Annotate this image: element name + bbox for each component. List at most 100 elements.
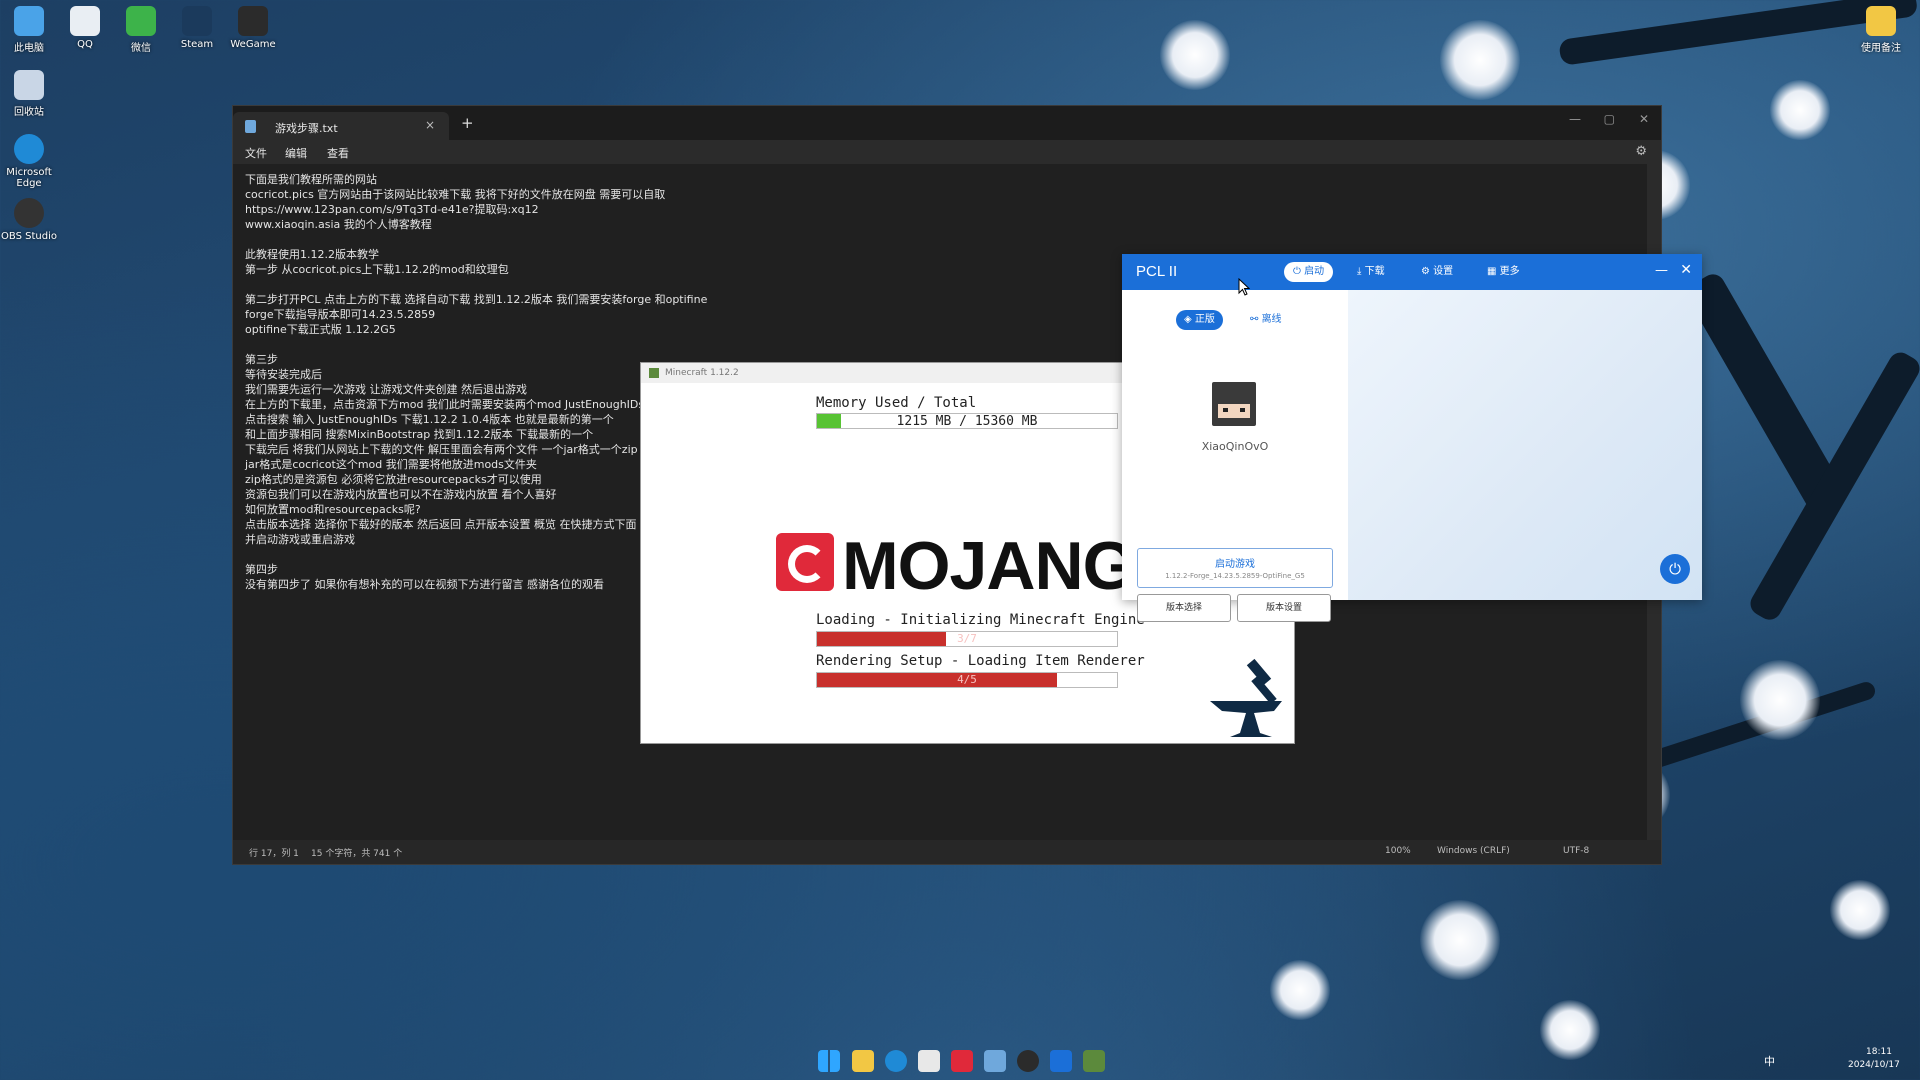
memory-label: Memory Used / Total	[816, 395, 977, 411]
edge-icon	[14, 134, 44, 164]
loading-label-2: Rendering Setup - Loading Item Renderer	[816, 653, 1145, 669]
pcl-launcher-window: PCL II ⏻ 启动 ⤓ 下载 ⚙ 设置 ▦ 更多 — ✕ ◈ 正版 ⚯ 离线…	[1122, 254, 1702, 622]
minimize-icon[interactable]: —	[1569, 112, 1581, 126]
text-line: 和上面步骤相同 搜索MixinBootstrap 找到1.12.2版本 下载最新…	[245, 428, 594, 441]
minecraft-window-title: Minecraft 1.12.2	[665, 368, 739, 378]
text-line	[245, 277, 707, 292]
text-line: www.xiaoqin.asia 我的个人博客教程	[245, 218, 432, 231]
notepad-statusbar: 行 17，列 1 15 个字符，共 741 个 100% Windows (CR…	[233, 840, 1661, 864]
text-line: 等待安装完成后	[245, 368, 322, 381]
folder-icon	[1866, 6, 1896, 36]
pcl-content-panel: ⏻	[1348, 290, 1702, 600]
desktop-icon-label: OBS Studio	[1, 231, 57, 242]
nav-label: 启动	[1304, 266, 1325, 277]
close-icon[interactable]: ✕	[1639, 112, 1649, 126]
cursor-position: 行 17，列 1	[249, 849, 299, 859]
version-select-button[interactable]: 版本选择	[1137, 594, 1231, 622]
text-line	[245, 547, 707, 562]
desktop-icon-label: QQ	[77, 39, 93, 50]
loading-bar-2: 4/5	[816, 672, 1118, 688]
text-line: cocricot.pics 官方网站由于该网站比较难下载 我将下好的文件放在网盘…	[245, 188, 666, 201]
desktop-icon-obs[interactable]: OBS Studio	[0, 198, 58, 242]
nav-label: 更多	[1499, 266, 1520, 277]
menu-file[interactable]: 文件	[245, 145, 267, 161]
desktop-icon-recycle-bin[interactable]: 回收站	[0, 70, 58, 118]
netease-music-icon[interactable]	[951, 1050, 973, 1072]
wechat-icon	[126, 6, 156, 36]
notepad-tab[interactable]: 游戏步骤.txt ×	[233, 112, 449, 140]
file-explorer-icon[interactable]	[852, 1050, 874, 1072]
edge-icon[interactable]	[885, 1050, 907, 1072]
text-line: forge下载指导版本即可14.23.5.2859	[245, 308, 436, 321]
text-line: jar格式是cocricot这个mod 我们需要将他放进mods文件夹	[245, 458, 537, 471]
launch-version: 1.12.2-Forge_14.23.5.2859-OptiFine_G5	[1165, 572, 1305, 580]
desktop-icon-steam[interactable]: Steam	[168, 6, 226, 50]
tab-label: 离线	[1261, 314, 1282, 325]
power-icon[interactable]: ⏻	[1660, 554, 1690, 584]
new-tab-button[interactable]: +	[461, 114, 474, 132]
menu-view[interactable]: 查看	[327, 145, 349, 161]
tab-offline[interactable]: ⚯ 离线	[1242, 310, 1290, 330]
mojang-wordmark: MOJANG	[842, 533, 1126, 595]
clock-time[interactable]: 18:11	[1866, 1047, 1892, 1057]
tab-premium[interactable]: ◈ 正版	[1176, 310, 1223, 330]
desktop-icon-wechat[interactable]: 微信	[112, 6, 170, 54]
text-line	[245, 337, 707, 352]
text-line: 第三步	[245, 353, 278, 366]
version-settings-button[interactable]: 版本设置	[1237, 594, 1331, 622]
desktop-icon-label: Steam	[180, 39, 214, 50]
menu-edit[interactable]: 编辑	[285, 145, 307, 161]
minimize-icon[interactable]: —	[1655, 263, 1668, 278]
obs-taskbar-icon[interactable]	[1017, 1050, 1039, 1072]
maximize-icon[interactable]: ▢	[1604, 112, 1615, 126]
desktop-icon-folder[interactable]: 使用备注	[1852, 6, 1910, 54]
launch-game-button[interactable]: 启动游戏 1.12.2-Forge_14.23.5.2859-OptiFine_…	[1137, 548, 1333, 588]
loading-progress-2: 4/5	[957, 673, 977, 686]
avatar[interactable]	[1212, 382, 1256, 426]
document-icon	[245, 120, 256, 133]
encoding[interactable]: UTF-8	[1563, 846, 1589, 856]
text-line: 在上方的下载里，点击资源下方mod 我们此时需要安装两个mod JustEnou…	[245, 398, 645, 411]
mojang-logo: MOJANG	[776, 533, 1126, 595]
text-line: 下面是我们教程所需的网站	[245, 173, 377, 186]
text-line	[245, 232, 707, 247]
tab-title: 游戏步骤.txt	[275, 122, 338, 135]
steam-icon	[182, 6, 212, 36]
desktop-icon-edge[interactable]: Microsoft Edge	[0, 134, 58, 189]
minecraft-taskbar-icon[interactable]	[1083, 1050, 1105, 1072]
nav-more[interactable]: ▦ 更多	[1478, 262, 1529, 282]
recycle-bin-icon	[14, 70, 44, 100]
desktop-icon-qq[interactable]: QQ	[56, 6, 114, 50]
text-line: 下载完后 将我们从网站上下载的文件 解压里面会有两个文件 一个jar格式一个zi…	[245, 443, 638, 456]
desktop-icon-wegame[interactable]: WeGame	[224, 6, 282, 50]
close-tab-icon[interactable]: ×	[425, 118, 435, 132]
computer-icon	[14, 6, 44, 36]
steam-taskbar-icon[interactable]	[918, 1050, 940, 1072]
windows-start-icon[interactable]	[818, 1050, 840, 1072]
memory-value: 1215 MB / 15360 MB	[896, 414, 1038, 429]
gear-icon[interactable]: ⚙	[1635, 144, 1647, 159]
notepad-menubar: 文件 编辑 查看 ⚙	[233, 140, 1661, 164]
text-line: 点击版本选择 选择你下载好的版本 然后返回 点开版本设置 概览 在快捷方式下面	[245, 518, 637, 531]
desktop-icon-this-pc[interactable]: 此电脑	[0, 6, 58, 54]
notepad-text-area[interactable]: 下面是我们教程所需的网站 cocricot.pics 官方网站由于该网站比较难下载…	[245, 172, 707, 592]
qq-icon	[70, 6, 100, 36]
clock-date[interactable]: 2024/10/17	[1848, 1060, 1900, 1070]
line-ending[interactable]: Windows (CRLF)	[1437, 846, 1510, 856]
text-line: 第二步打开PCL 点击上方的下载 选择自动下载 找到1.12.2版本 我们需要安…	[245, 293, 708, 306]
launch-label: 启动游戏	[1215, 559, 1255, 570]
text-line: 没有第四步了 如果你有想补充的可以在视频下方进行留言 感谢各位的观看	[245, 578, 604, 591]
desktop-icon-label: 微信	[131, 43, 151, 54]
text-line: 第一步 从cocricot.pics上下载1.12.2的mod和纹理包	[245, 263, 509, 276]
text-line: 并启动游戏或重启游戏	[245, 533, 355, 546]
nav-launch[interactable]: ⏻ 启动	[1284, 262, 1334, 282]
nav-download[interactable]: ⤓ 下载	[1348, 262, 1394, 282]
input-language[interactable]: 中	[1764, 1053, 1775, 1069]
loading-bar-1: 3/7	[816, 631, 1118, 647]
close-icon[interactable]: ✕	[1680, 262, 1692, 278]
zoom-level[interactable]: 100%	[1385, 846, 1411, 856]
nav-settings[interactable]: ⚙ 设置	[1412, 262, 1462, 282]
username: XiaoQinOvO	[1201, 440, 1269, 453]
pcl-taskbar-icon[interactable]	[1050, 1050, 1072, 1072]
notepad-taskbar-icon[interactable]	[984, 1050, 1006, 1072]
